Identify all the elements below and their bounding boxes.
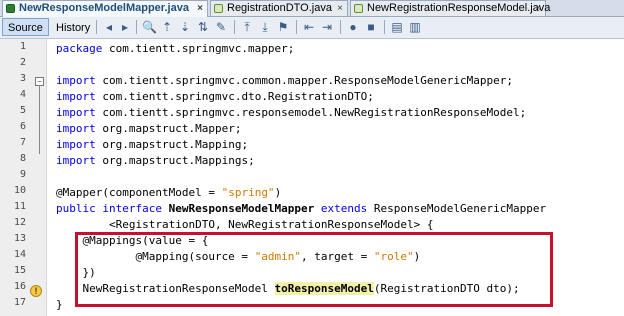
line-number: 1	[19, 41, 26, 52]
keyword: import	[56, 138, 96, 151]
next-bookmark-icon[interactable]: ⤓	[258, 20, 272, 34]
uncomment-icon[interactable]: ▥	[408, 20, 422, 34]
code-text: )	[274, 186, 282, 199]
keyword: package	[56, 42, 103, 55]
editor-toolbar: Source History ◂ ▸ 🔍 ⇡ ⇣ ⇅ ✎ ⤒ ⤓ ⚑ ⇤ ⇥ ●…	[0, 17, 624, 39]
find-previous-icon[interactable]: ⇡	[160, 20, 174, 34]
toggle-bookmark-icon[interactable]: ⚑	[276, 20, 290, 34]
toolbar-separator	[340, 20, 341, 34]
code-line-8: import org.mapstruct.Mappings;	[56, 153, 255, 168]
line-number-gutter: 1 2 3 4 5 6 7 8 9 10 11 12 13 14 15 16 1…	[0, 39, 47, 316]
close-icon[interactable]: ×	[197, 1, 203, 16]
line-number: 8	[19, 153, 26, 164]
close-icon[interactable]: ×	[337, 1, 343, 16]
code-line-12: <RegistrationDTO, NewRegistrationRespons…	[56, 217, 434, 232]
line-number: 9	[19, 169, 26, 180]
prev-bookmark-icon[interactable]: ⤒	[240, 20, 254, 34]
code-line-6: import org.mapstruct.Mapper;	[56, 121, 241, 136]
find-selection-icon[interactable]: ⇅	[196, 20, 210, 34]
java-file-icon	[6, 4, 15, 13]
tab-label: NewResponseModelMapper.java	[19, 2, 189, 14]
keyword: import	[56, 74, 96, 87]
code-text: }	[56, 298, 63, 311]
line-number: 2	[19, 57, 26, 68]
line-number: 15	[13, 265, 26, 276]
code-line-5: import com.tientt.springmvc.responsemode…	[56, 105, 526, 120]
line-number: 13	[13, 233, 26, 244]
toolbar-separator	[296, 20, 297, 34]
code-line-1: package com.tientt.springmvc.mapper;	[56, 41, 294, 56]
keyword: import	[56, 154, 96, 167]
toolbar-separator	[136, 20, 137, 34]
shift-right-icon[interactable]: ⇥	[320, 20, 334, 34]
code-line-11: public interface NewResponseModelMapper …	[56, 201, 546, 216]
toolbar-separator	[234, 20, 235, 34]
editor-tab-bar: NewResponseModelMapper.java × Registrati…	[0, 0, 624, 17]
line-number: 10	[13, 185, 26, 196]
tab-newregistrationresponsemodel[interactable]: NewRegistrationResponseModel.java ×	[350, 0, 550, 16]
java-file-icon	[214, 4, 223, 13]
highlight-box	[75, 232, 553, 307]
code-text: com.tientt.springmvc.dto.RegistrationDTO…	[95, 90, 374, 103]
interface-name: NewResponseModelMapper	[161, 202, 315, 215]
lightbulb-hint-icon[interactable]: !	[30, 285, 42, 297]
code-text: ResponseModelGenericMapper	[367, 202, 547, 215]
code-line-7: import org.mapstruct.Mapping;	[56, 137, 248, 152]
back-icon[interactable]: ◂	[102, 20, 116, 34]
comment-icon[interactable]: ▤	[390, 20, 404, 34]
tab-label: RegistrationDTO.java	[227, 2, 332, 14]
line-number: 3	[19, 73, 26, 84]
line-number: 17	[13, 297, 26, 308]
code-text: org.mapstruct.Mapper;	[95, 122, 242, 135]
history-button[interactable]: History	[50, 18, 96, 36]
string-literal: "spring"	[221, 186, 275, 199]
code-text: org.mapstruct.Mapping;	[95, 138, 249, 151]
tab-label: NewRegistrationResponseModel.java	[367, 2, 551, 14]
fold-guide	[39, 86, 40, 154]
shift-left-icon[interactable]: ⇤	[302, 20, 316, 34]
code-text: com.tientt.springmvc.common.mapper.Respo…	[95, 74, 513, 87]
find-next-icon[interactable]: ⇣	[178, 20, 192, 34]
fold-toggle-icon[interactable]: −	[35, 77, 44, 86]
line-number: 6	[19, 121, 26, 132]
source-button[interactable]: Source	[2, 18, 49, 36]
close-icon[interactable]: ×	[535, 1, 541, 16]
code-line-3: import com.tientt.springmvc.common.mappe…	[56, 73, 513, 88]
code-text: com.tientt.springmvc.mapper;	[102, 42, 295, 55]
toolbar-separator	[96, 20, 97, 34]
tab-newresponsemodelmapper[interactable]: NewResponseModelMapper.java ×	[2, 0, 208, 17]
keyword: import	[56, 90, 96, 103]
find-icon[interactable]: 🔍	[142, 20, 157, 34]
code-text: <RegistrationDTO, NewRegistrationRespons…	[56, 218, 434, 231]
line-number: 4	[19, 89, 26, 100]
stop-macro-icon[interactable]: ■	[364, 20, 378, 34]
keyword: extends	[314, 202, 368, 215]
keyword: import	[56, 106, 96, 119]
line-number: 14	[13, 249, 26, 260]
tab-registrationdto[interactable]: RegistrationDTO.java ×	[210, 0, 348, 16]
line-number: 11	[13, 201, 26, 212]
keyword: import	[56, 122, 96, 135]
line-number: 5	[19, 105, 26, 116]
code-line-17: }	[56, 297, 63, 312]
line-number: 16	[13, 281, 26, 292]
code-editor[interactable]: package com.tientt.springmvc.mapper; imp…	[56, 39, 546, 311]
code-text: org.mapstruct.Mappings;	[95, 154, 255, 167]
code-text: com.tientt.springmvc.responsemodel.NewRe…	[95, 106, 527, 119]
keyword: public interface	[56, 202, 162, 215]
annotation: @Mapper(componentModel =	[56, 186, 222, 199]
start-macro-icon[interactable]: ●	[346, 20, 360, 34]
forward-icon[interactable]: ▸	[118, 20, 132, 34]
line-number: 12	[13, 217, 26, 228]
line-number: 7	[19, 137, 26, 148]
code-line-4: import com.tientt.springmvc.dto.Registra…	[56, 89, 374, 104]
java-file-icon	[354, 4, 363, 13]
toggle-highlight-icon[interactable]: ✎	[214, 20, 228, 34]
toolbar-separator	[384, 20, 385, 34]
code-line-10: @Mapper(componentModel = "spring")	[56, 185, 281, 200]
